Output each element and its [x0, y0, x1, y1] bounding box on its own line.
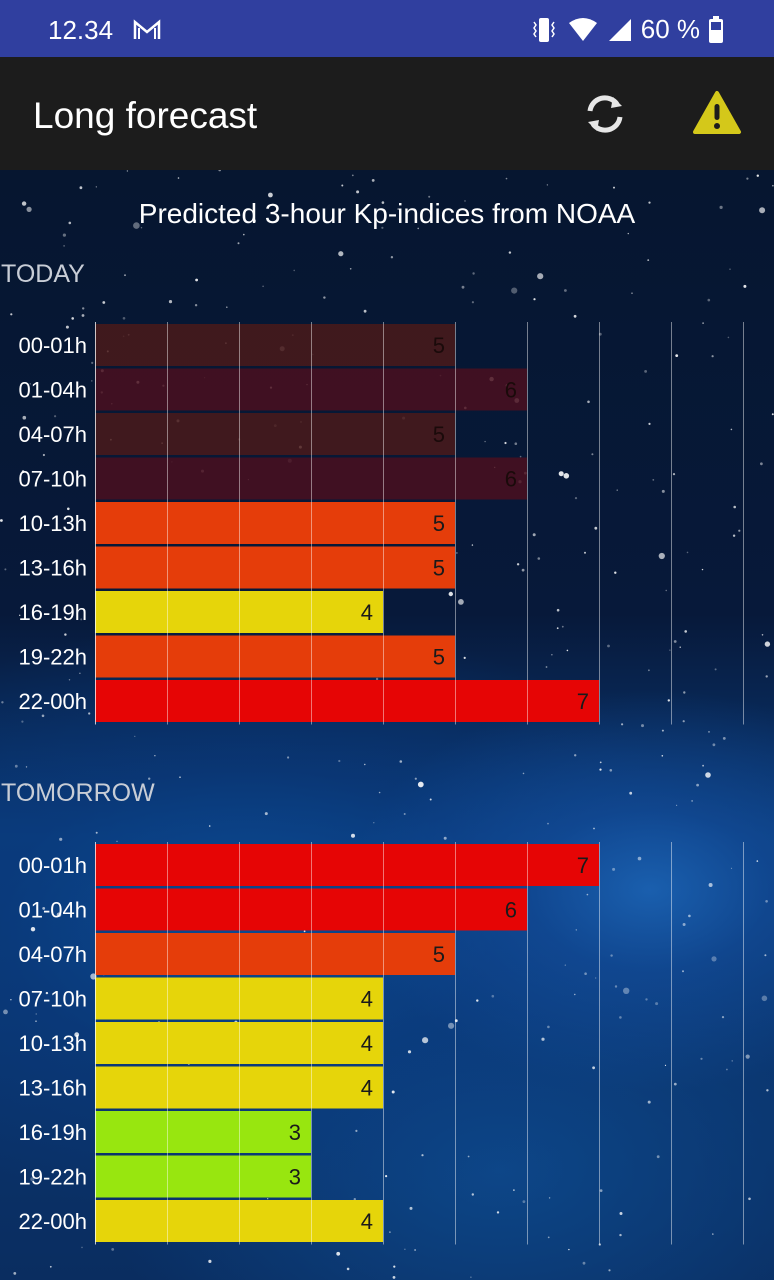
app-bar: Long forecast	[0, 57, 774, 170]
kp-bar	[95, 635, 455, 678]
category-label: 10-13h	[18, 1031, 87, 1056]
value-label: 4	[361, 1209, 373, 1234]
category-label: 00-01h	[18, 853, 87, 878]
value-label: 4	[361, 600, 373, 625]
forecast-content: Predicted 3-hour Kp-indices from NOAA TO…	[0, 170, 774, 1280]
kp-bar	[95, 413, 455, 455]
status-bar: 12.34 60 %	[0, 0, 774, 57]
kp-bar	[95, 680, 599, 722]
category-label: 19-22h	[18, 645, 87, 670]
battery-level: 60 %	[640, 14, 700, 44]
section-label-tomorrow: TOMORROW	[1, 779, 155, 807]
category-label: 16-19h	[18, 1120, 87, 1145]
category-label: 19-22h	[18, 1165, 87, 1190]
chart-svg: 00-01h 5 01-04h 6 04-07h 5 07-10h 6 10-13h 5 13-16…	[18, 322, 744, 725]
category-label: 16-19h	[18, 600, 87, 625]
category-label: 01-04h	[18, 898, 87, 923]
category-label: 01-04h	[18, 378, 87, 403]
page-title: Long forecast	[33, 95, 258, 136]
chart-title: Predicted 3-hour Kp-indices from NOAA	[138, 198, 636, 229]
value-label: 4	[361, 1076, 373, 1101]
category-label: 10-13h	[18, 511, 87, 536]
value-label: 3	[289, 1165, 301, 1190]
gmail-icon	[133, 19, 161, 39]
category-label: 22-00h	[18, 689, 87, 714]
kp-bar	[95, 546, 455, 589]
category-label: 00-01h	[18, 333, 87, 358]
kp-chart-tomorrow: 00-01h 7 01-04h 6 04-07h 5 07-10h 4 10-13h 4 13-16…	[0, 840, 774, 1250]
category-label: 04-07h	[18, 942, 87, 967]
value-label: 5	[433, 556, 445, 581]
category-label: 07-10h	[18, 987, 87, 1012]
value-label: 6	[505, 467, 517, 492]
wifi-icon	[568, 17, 597, 41]
battery-icon	[709, 15, 723, 43]
category-label: 04-07h	[18, 422, 87, 447]
category-label: 13-16h	[18, 1076, 87, 1101]
value-label: 5	[433, 422, 445, 447]
refresh-icon	[587, 95, 623, 133]
kp-bar	[95, 502, 455, 544]
warning-button[interactable]	[690, 87, 744, 141]
value-label: 4	[361, 987, 373, 1012]
warning-icon	[693, 91, 741, 134]
value-label: 5	[433, 645, 445, 670]
value-label: 5	[433, 511, 445, 536]
value-label: 3	[289, 1120, 301, 1145]
value-label: 4	[361, 1031, 373, 1056]
kp-chart-today: 00-01h 5 01-04h 6 04-07h 5 07-10h 6 10-13h 5 13-16…	[0, 320, 774, 730]
category-label: 22-00h	[18, 1209, 87, 1234]
vibrate-icon	[532, 17, 555, 42]
value-label: 7	[577, 853, 589, 878]
kp-bar	[95, 324, 455, 366]
kp-bar	[95, 1155, 311, 1198]
value-label: 6	[505, 378, 517, 403]
category-label: 13-16h	[18, 556, 87, 581]
kp-bar	[95, 933, 455, 975]
refresh-button[interactable]	[578, 87, 632, 141]
value-label: 5	[433, 333, 445, 358]
kp-bar	[95, 844, 599, 886]
status-time: 12.34	[48, 15, 114, 45]
kp-bar	[95, 1111, 311, 1153]
value-label: 7	[577, 689, 589, 714]
value-label: 6	[505, 898, 517, 923]
section-label-today: TODAY	[1, 260, 85, 288]
category-label: 07-10h	[18, 467, 87, 492]
chart-svg: 00-01h 7 01-04h 6 04-07h 5 07-10h 4 10-13h 4 13-16…	[18, 842, 744, 1245]
value-label: 5	[433, 942, 445, 967]
signal-icon	[608, 18, 631, 41]
